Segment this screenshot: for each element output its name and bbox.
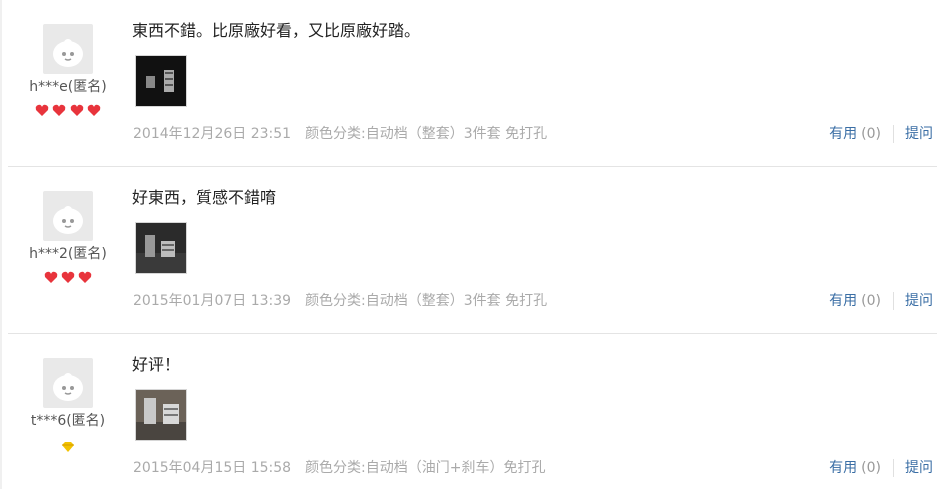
sku-spec: 颜色分类:自动档（整套）3件套 免打孔 [305, 293, 548, 309]
useful-count: (0) [861, 293, 881, 309]
avatar[interactable] [43, 191, 93, 241]
review-item: h***e(匿名) 東西不錯。比原廠好看，又比原廠好踏。 2014年12月26日… [8, 0, 937, 167]
pedal-photo [136, 223, 186, 273]
divider [893, 459, 894, 477]
pedal-photo [136, 390, 186, 440]
red-heart-icon [36, 104, 49, 116]
red-heart-icon [87, 104, 100, 116]
useful-count: (0) [861, 126, 881, 142]
default-avatar-icon [53, 206, 83, 234]
buyer-rank [8, 438, 128, 452]
red-heart-icon [61, 271, 75, 283]
review-date: 2015年01月07日 13:39 [133, 293, 292, 309]
review-actions: 有用 (0) 提问 [829, 457, 933, 477]
username: t***6(匿名) [30, 413, 106, 429]
red-heart-icon [53, 104, 66, 116]
review-item: h***2(匿名) 好東西，質感不錯唷 2015年01月07日 13:39 颜色分… [8, 167, 937, 334]
buyer-rank [8, 102, 128, 116]
review-actions: 有用 (0) 提问 [829, 123, 933, 143]
avatar[interactable] [43, 24, 93, 74]
pedal-photo [136, 56, 186, 106]
review-photo-thumbnail[interactable] [135, 55, 187, 107]
divider [893, 292, 894, 310]
default-avatar-icon [53, 39, 83, 67]
ask-button[interactable]: 提问 [905, 293, 933, 309]
review-content: 東西不錯。比原廠好看，又比原廠好踏。 [132, 21, 421, 40]
red-heart-icon [44, 271, 58, 283]
ask-button[interactable]: 提问 [905, 126, 933, 142]
review-item: t***6(匿名) 好评！ 2015年04月15日 15:58 颜色分类:自动档（… [8, 334, 937, 489]
review-meta: 2015年04月15日 15:58 颜色分类:自动档（油门+刹车）免打孔 [133, 457, 546, 477]
yellow-diamond-icon [62, 442, 74, 452]
avatar[interactable] [43, 358, 93, 408]
useful-button[interactable]: 有用 [829, 126, 857, 142]
review-meta: 2015年01月07日 13:39 颜色分类:自动档（整套）3件套 免打孔 [133, 290, 547, 310]
default-avatar-icon [53, 373, 83, 401]
review-meta: 2014年12月26日 23:51 颜色分类:自动档（整套）3件套 免打孔 [133, 123, 547, 143]
page-left-border [0, 0, 2, 489]
useful-count: (0) [861, 460, 881, 476]
review-date: 2014年12月26日 23:51 [133, 126, 292, 142]
review-actions: 有用 (0) 提问 [829, 290, 933, 310]
review-photo-thumbnail[interactable] [135, 389, 187, 441]
review-photo-thumbnail[interactable] [135, 222, 187, 274]
sku-spec: 颜色分类:自动档（油门+刹车）免打孔 [305, 460, 546, 476]
divider [893, 125, 894, 143]
review-content: 好東西，質感不錯唷 [132, 188, 277, 207]
useful-button[interactable]: 有用 [829, 293, 857, 309]
username: h***e(匿名) [29, 79, 107, 95]
username: h***2(匿名) [29, 246, 107, 262]
red-heart-icon [78, 271, 92, 283]
red-heart-icon [70, 104, 83, 116]
review-date: 2015年04月15日 15:58 [133, 460, 292, 476]
sku-spec: 颜色分类:自动档（整套）3件套 免打孔 [305, 126, 548, 142]
ask-button[interactable]: 提问 [905, 460, 933, 476]
useful-button[interactable]: 有用 [829, 460, 857, 476]
buyer-rank [8, 269, 128, 283]
review-content: 好评！ [132, 355, 181, 374]
